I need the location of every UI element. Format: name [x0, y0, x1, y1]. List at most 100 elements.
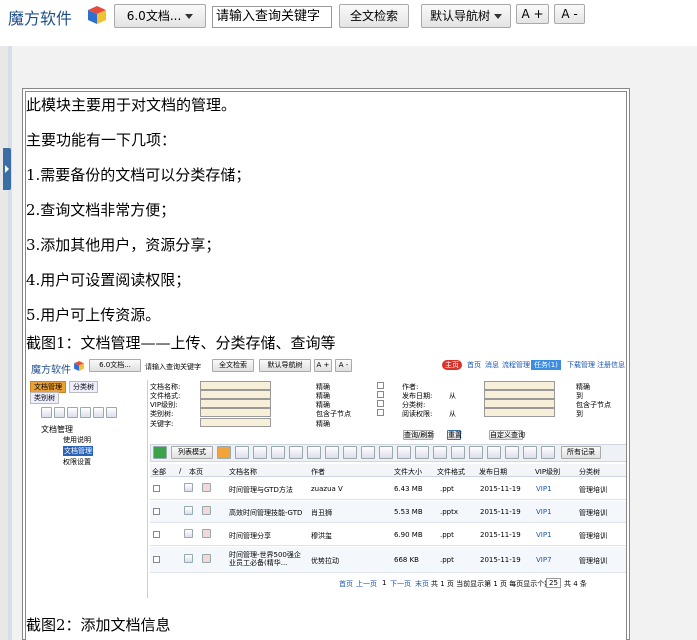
doc-name: 高效时间管理技能-GTD: [229, 509, 303, 517]
doc-icon: [184, 483, 193, 492]
doc-date: 2015-11-19: [480, 485, 521, 493]
table-row: 高效时间管理技能-GTD 肖丑狮 5.53 MB .pptx 2015-11-1…: [150, 501, 626, 523]
shot-top-link: 流程管理: [502, 361, 530, 369]
shot-logo-text: 魔方软件: [31, 365, 71, 376]
shot-search-text: 请输入查询关键字: [145, 363, 201, 371]
doc-vip: VIP1: [536, 508, 552, 516]
filter-label: 阅读权限:: [402, 410, 433, 418]
delete-icon: [202, 506, 211, 515]
filter-field: [484, 399, 555, 408]
nav-tree-button[interactable]: 默认导航树: [421, 4, 511, 28]
tool-icon: [235, 446, 249, 459]
filter-checkbox: [377, 409, 384, 416]
doc-size: 6.43 MB: [394, 485, 423, 493]
tool-icon: [106, 407, 117, 418]
tool-icon: [415, 446, 429, 459]
shot-tree-item: 文档管理: [63, 446, 93, 456]
filter-from: 从: [449, 410, 456, 418]
doc-author: 肖丑狮: [311, 509, 332, 517]
doc-date: 2015-11-19: [480, 531, 521, 539]
column-header: 作者: [311, 468, 325, 476]
doc-size: 668 KB: [394, 556, 419, 564]
shot-list-mode: 列表模式: [171, 446, 213, 459]
doc-name: 时间管理与GTD方法: [229, 486, 293, 494]
caption-screenshot-2: 截图2：添加文档信息: [26, 616, 171, 634]
fulltext-search-button[interactable]: 全文检索: [339, 4, 409, 28]
filter-field: [200, 418, 271, 427]
row-checkbox: [153, 508, 160, 515]
doc-name: 时间管理分享: [229, 532, 271, 540]
doc-format: .ppt: [440, 531, 454, 539]
page-first: 首页: [339, 580, 353, 588]
shot-tree-item: 文档管理: [41, 425, 73, 434]
chevron-down-icon: [185, 14, 194, 19]
tool-icon: [54, 407, 65, 418]
cube-logo-icon: [74, 361, 84, 371]
doc-format: .pptx: [440, 508, 458, 516]
page-prev: 上一页: [356, 580, 377, 588]
tool-icon: [541, 446, 555, 459]
left-rail-border: [8, 46, 12, 640]
filter-field: [200, 408, 271, 417]
column-header: 文件格式: [437, 468, 465, 476]
chevron-down-icon: [494, 14, 502, 19]
delete-icon: [202, 529, 211, 538]
shot-top-link: 任务(1): [531, 360, 561, 370]
font-smaller-button[interactable]: A -: [554, 4, 585, 24]
table-row: 时间管理与GTD方法 zuazua V 6.43 MB .ppt 2015-11…: [150, 478, 626, 500]
doc-line: 3.添加其他用户，资源分享；: [26, 236, 221, 254]
page-total: 共 4 条: [564, 580, 587, 588]
doc-category: 管理培训: [579, 557, 607, 565]
row-checkbox: [153, 531, 160, 538]
tool-icon: [397, 446, 411, 459]
doc-format: .ppt: [440, 485, 454, 493]
tool-icon: [523, 446, 537, 459]
doc-vip: VIP7: [536, 556, 552, 564]
tool-icon: [325, 446, 339, 459]
doc-author: zuazua V: [311, 485, 343, 493]
shot-custom-query-button: 自定义查询: [489, 430, 525, 440]
search-input[interactable]: 请输入查询关键字: [212, 6, 332, 28]
shot-top-link: 注册信息: [597, 361, 625, 369]
page-size: 25: [546, 578, 561, 588]
filter-field: [200, 390, 271, 399]
app-logo-text: 魔方软件: [8, 9, 73, 28]
doc-author: 穆洪玺: [311, 532, 332, 540]
tool-icon: [451, 446, 465, 459]
doc-date: 2015-11-19: [480, 508, 521, 516]
tool-icon: [41, 407, 52, 418]
shot-all-records: 所有记录: [561, 446, 601, 459]
caption-screenshot-1: 截图1：文档管理——上传、分类存储、查询等: [26, 334, 336, 352]
add-icon: [153, 446, 167, 459]
version-select[interactable]: 6.0文档...: [114, 4, 206, 28]
filter-label: 关键字:: [150, 420, 174, 428]
doc-icon: [184, 506, 193, 515]
shot-sidebar-tab: 分类树: [69, 381, 98, 393]
doc-format: .ppt: [440, 556, 454, 564]
filter-checkbox: [377, 400, 384, 407]
doc-line: 2.查询文档非常方便；: [26, 201, 176, 219]
shot-query-button: 查询/刷新: [403, 430, 435, 440]
delete-icon: [202, 554, 211, 563]
font-larger-button[interactable]: A +: [516, 4, 549, 24]
tool-icon: [343, 446, 357, 459]
shot-font-smaller: A -: [335, 359, 352, 372]
column-header: 文件大小: [394, 468, 422, 476]
tool-icon: [217, 446, 231, 459]
tool-icon: [361, 446, 375, 459]
delete-icon: [202, 483, 211, 492]
page-last: 末页: [415, 580, 429, 588]
filter-field: [200, 381, 271, 390]
tool-icon: [289, 446, 303, 459]
doc-line: 4.用户可设置阅读权限；: [26, 271, 191, 289]
doc-size: 6.90 MB: [394, 531, 423, 539]
tool-icon: [505, 446, 519, 459]
expand-sidebar-handle[interactable]: [3, 148, 11, 190]
doc-vip: VIP1: [536, 485, 552, 493]
page-next: 下一页: [390, 580, 411, 588]
cube-logo-icon: [88, 6, 106, 24]
doc-icon: [184, 529, 193, 538]
doc-category: 管理培训: [579, 486, 607, 494]
tool-icon: [253, 446, 267, 459]
tool-icon: [271, 446, 285, 459]
